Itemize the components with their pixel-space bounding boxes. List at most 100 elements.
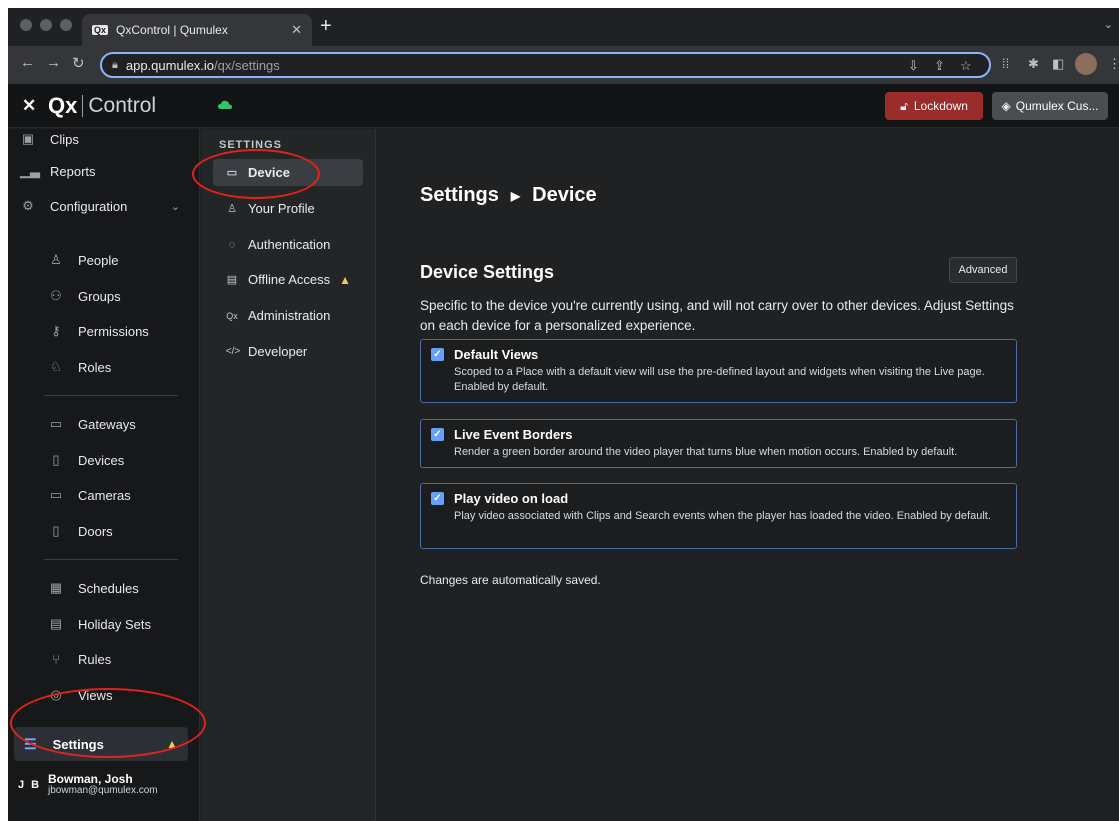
sidebar-item-label: Groups xyxy=(78,288,121,304)
url-domain: app.qumulex.io xyxy=(125,57,215,73)
address-bar[interactable]: 🔒︎ app.qumulex.io/qx/settings ⇩ ⇪ ☆ xyxy=(100,52,991,78)
window-close-control[interactable] xyxy=(20,19,32,31)
puzzle-icon[interactable]: ✱ xyxy=(1028,56,1039,72)
breadcrumb: Settings ▶ Device xyxy=(420,184,597,207)
share-icon[interactable]: ⇪ xyxy=(934,58,945,74)
gear-icon: ⚙ xyxy=(22,198,34,213)
sidebar-item-label: Gateways xyxy=(78,416,136,432)
settings-nav-developer[interactable]: </> Developer xyxy=(213,338,363,365)
user-account[interactable]: J B Bowman, Josh jbowman@qumulex.com xyxy=(18,773,158,797)
option-description: Render a green border around the video p… xyxy=(454,446,958,458)
breadcrumb-device: Device xyxy=(532,184,597,206)
sidebar-item-clips[interactable]: ▣ Clips xyxy=(20,124,79,154)
app-logo[interactable]: Qx Control xyxy=(48,93,156,119)
sidebar-item-groups[interactable]: ⚇ Groups xyxy=(48,281,121,311)
sidebar-item-schedules[interactable]: ▦ Schedules xyxy=(48,573,139,603)
option-live-event-borders[interactable]: ✓ Live Event Borders Render a green bord… xyxy=(420,419,1017,468)
gateway-icon: ▭ xyxy=(49,416,63,431)
sidebar-item-doors[interactable]: ▯ Doors xyxy=(48,516,112,546)
sidebar-item-label: Clips xyxy=(50,131,79,147)
browser-tab[interactable]: Qx QxControl | Qumulex ✕ xyxy=(82,14,312,46)
new-tab-icon[interactable]: + xyxy=(320,16,332,36)
breadcrumb-settings[interactable]: Settings xyxy=(420,184,499,207)
warning-icon: ▲ xyxy=(166,737,178,751)
settings-nav-heading: SETTINGS xyxy=(219,139,283,151)
settings-nav-administration[interactable]: Qx Administration xyxy=(213,302,363,329)
lockdown-button[interactable]: 🔓︎ Lockdown xyxy=(885,92,983,120)
sidebar-item-label: Cameras xyxy=(78,487,131,503)
lock-icon: 🔒︎ xyxy=(112,58,118,71)
server-icon: ▤ xyxy=(226,274,238,286)
settings-nav-your-profile[interactable]: ♙ Your Profile xyxy=(213,195,363,222)
clips-icon: ▣ xyxy=(21,131,35,146)
advanced-button[interactable]: Advanced xyxy=(949,257,1017,283)
sliders-icon: ☰ xyxy=(24,735,37,752)
checkbox-checked-icon[interactable]: ✓ xyxy=(431,492,444,505)
device-icon: ▭ xyxy=(226,167,238,179)
sidebar-item-permissions[interactable]: ⚷ Permissions xyxy=(48,316,149,346)
sidebar-item-label: Views xyxy=(78,687,113,703)
tab-search-icon[interactable]: ⌄ xyxy=(1104,18,1113,31)
person-icon: ♙ xyxy=(227,203,237,215)
sidebar-item-gateways[interactable]: ▭ Gateways xyxy=(48,409,136,439)
sidebar-item-label: Roles xyxy=(78,359,112,375)
option-default-views[interactable]: ✓ Default Views Scoped to a Place with a… xyxy=(420,339,1017,403)
option-play-video-on-load[interactable]: ✓ Play video on load Play video associat… xyxy=(420,483,1017,549)
close-menu-icon[interactable]: ✕ xyxy=(22,96,36,116)
sidebar-item-label: Devices xyxy=(78,452,125,468)
sidebar-item-label: Holiday Sets xyxy=(78,616,151,632)
chevron-down-icon: ⌄ xyxy=(170,200,180,213)
section-description: Specific to the device you're currently … xyxy=(420,298,1014,333)
app-header: ✕ Qx Control 🔓︎ Lockdown ◈ Qumulex Cus..… xyxy=(8,84,1119,128)
sidebar-item-label: Schedules xyxy=(78,580,139,596)
checkbox-checked-icon[interactable]: ✓ xyxy=(431,348,444,361)
eye-icon: ◎ xyxy=(50,687,62,702)
sidebar-item-people[interactable]: ♙ People xyxy=(48,245,118,275)
profile-avatar[interactable] xyxy=(1075,53,1097,75)
sidebar-item-reports[interactable]: ▁▃ Reports xyxy=(20,156,96,186)
door-icon: ▯ xyxy=(52,523,60,538)
sidebar-item-views[interactable]: ◎ Views xyxy=(48,680,112,710)
sidebar-item-cameras[interactable]: ▭ Cameras xyxy=(48,480,131,510)
qx-icon: Qx xyxy=(226,310,238,321)
sidebar-item-devices[interactable]: ▯ Devices xyxy=(48,445,124,475)
role-icon: ♘ xyxy=(50,359,62,374)
settings-nav-device[interactable]: ▭ Device xyxy=(213,159,363,186)
sidebar-item-configuration[interactable]: ⚙ Configuration ⌄ xyxy=(20,191,180,221)
side-panel-icon[interactable]: ◧ xyxy=(1052,56,1064,72)
settings-nav-authentication[interactable]: ◌ Authentication xyxy=(213,231,363,258)
menu-icon[interactable]: ⋮ xyxy=(1108,56,1119,72)
forward-icon[interactable]: → xyxy=(46,54,61,71)
option-title: Live Event Borders xyxy=(454,427,573,442)
option-description: Play video associated with Clips and Sea… xyxy=(454,510,991,522)
sidebar-item-holiday-sets[interactable]: ▤ Holiday Sets xyxy=(48,609,151,639)
settings-nav-offline-access[interactable]: ▤ Offline Access ▲ xyxy=(213,266,363,293)
breadcrumb-arrow-icon: ▶ xyxy=(510,188,521,203)
settings-nav-label: Administration xyxy=(248,308,331,323)
tab-close-icon[interactable]: ✕ xyxy=(291,22,302,38)
extension-icon[interactable]: ⁞⁞ xyxy=(1002,56,1009,71)
user-name: Bowman, Josh xyxy=(48,772,133,786)
sidebar-item-label: People xyxy=(78,252,119,268)
sidebar-item-roles[interactable]: ♘ Roles xyxy=(48,352,111,382)
logo-mark: Qx xyxy=(48,93,78,118)
sidebar-item-rules[interactable]: ⑂ Rules xyxy=(48,644,111,674)
sidebar-item-settings[interactable]: ☰ Settings ▲ xyxy=(14,727,188,761)
fingerprint-icon: ◌ xyxy=(228,238,236,251)
logo-text: Control xyxy=(88,94,157,117)
sidebar-item-label: Reports xyxy=(50,163,96,179)
install-app-icon[interactable]: ⇩ xyxy=(908,58,919,74)
browser-window: Qx QxControl | Qumulex ✕ + ⌄ ← → ↻ 🔒︎ ap… xyxy=(8,8,1119,821)
checkbox-checked-icon[interactable]: ✓ xyxy=(431,428,444,441)
cloud-status-icon[interactable] xyxy=(218,100,232,109)
group-icon: ⚇ xyxy=(50,288,62,303)
calendar-icon: ▦ xyxy=(49,580,63,595)
bookmark-star-icon[interactable]: ☆ xyxy=(960,58,972,74)
sidebar-item-label: Rules xyxy=(78,651,112,667)
window-minimize-control[interactable] xyxy=(40,19,52,31)
customer-switcher-button[interactable]: ◈ Qumulex Cus... xyxy=(992,92,1108,120)
back-icon[interactable]: ← xyxy=(20,54,35,71)
settings-nav-label: Developer xyxy=(248,344,308,359)
window-maximize-control[interactable] xyxy=(60,19,72,31)
reload-icon[interactable]: ↻ xyxy=(72,54,85,72)
